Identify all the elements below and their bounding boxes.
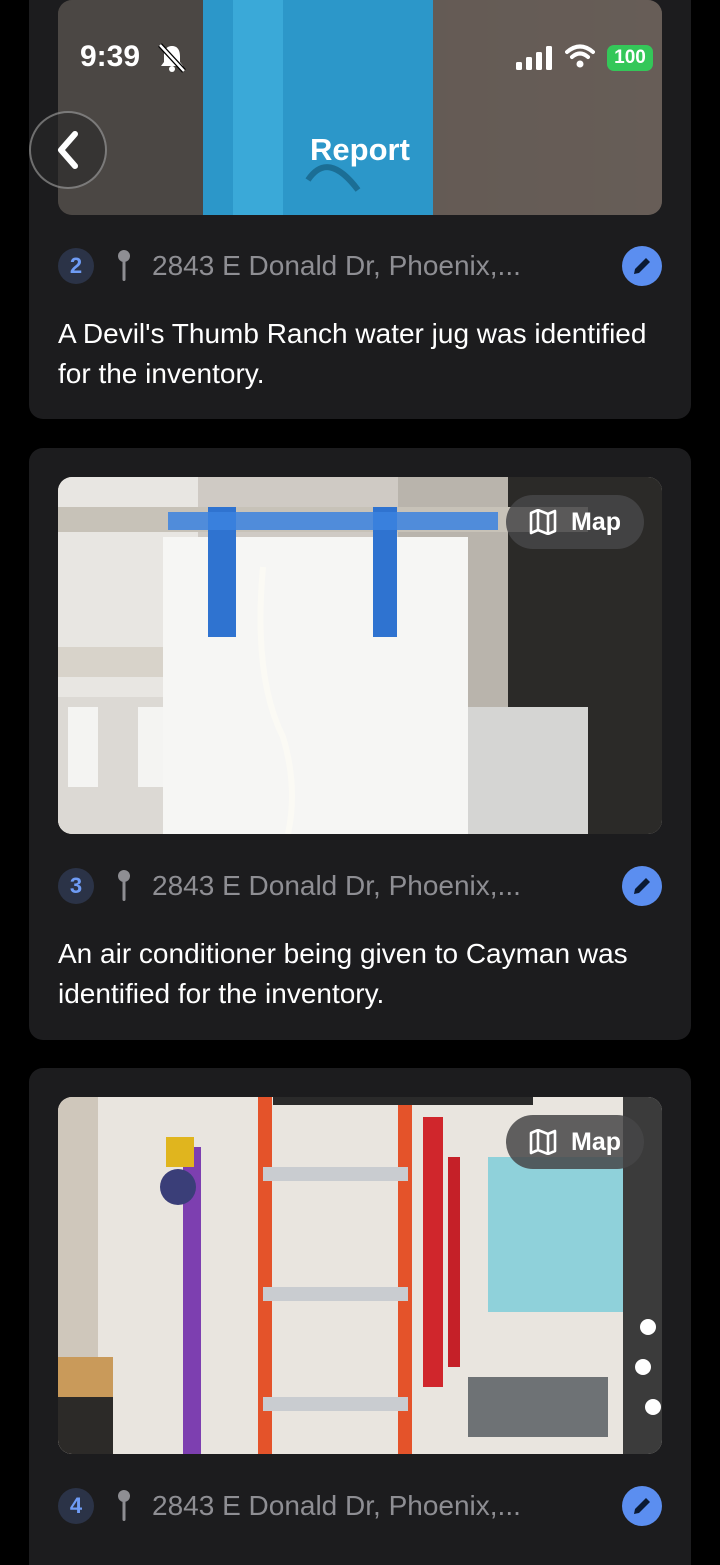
pencil-icon <box>634 1498 650 1514</box>
pin-icon <box>118 250 130 281</box>
map-button[interactable]: Map <box>506 495 644 549</box>
item-photo-air-conditioner[interactable]: Map <box>58 477 662 834</box>
wifi-icon <box>565 44 595 68</box>
item-description: A Devil's Thumb Ranch water jug was iden… <box>58 318 647 389</box>
item-number-badge: 3 <box>58 868 94 904</box>
item-photo-garage-wall[interactable]: Map <box>58 1097 662 1454</box>
item-address[interactable]: 2843 E Donald Dr, Phoenix,... <box>152 1490 622 1522</box>
item-address[interactable]: 2843 E Donald Dr, Phoenix,... <box>152 250 622 282</box>
pin-icon <box>118 1490 130 1521</box>
map-icon <box>529 1129 557 1155</box>
map-label: Map <box>571 507 621 536</box>
bell-slash-icon <box>158 43 186 73</box>
map-button[interactable]: Map <box>506 1115 644 1169</box>
pencil-icon <box>634 258 650 274</box>
edit-button[interactable] <box>622 866 662 906</box>
item-number-badge: 2 <box>58 248 94 284</box>
battery-icon: 100 <box>607 45 653 71</box>
edit-button[interactable] <box>622 1486 662 1526</box>
status-bar: 9:39 100 <box>0 0 720 110</box>
signal-icon <box>516 46 552 70</box>
item-description: An air conditioner being given to Cayman… <box>58 938 628 1009</box>
status-time: 9:39 <box>80 40 141 73</box>
report-card-item-4[interactable]: Map 4 2843 E Donald Dr, Phoenix,... <box>29 1068 691 1565</box>
edit-button[interactable] <box>622 246 662 286</box>
map-icon <box>529 509 557 535</box>
pencil-icon <box>634 878 650 894</box>
item-number-badge: 4 <box>58 1488 94 1524</box>
pin-icon <box>118 870 130 901</box>
page-title: Report <box>310 132 410 167</box>
report-card-item-3[interactable]: Map 3 2843 E Donald Dr, Phoenix,... An a… <box>29 448 691 1040</box>
map-label: Map <box>571 1127 621 1156</box>
item-address[interactable]: 2843 E Donald Dr, Phoenix,... <box>152 870 622 902</box>
